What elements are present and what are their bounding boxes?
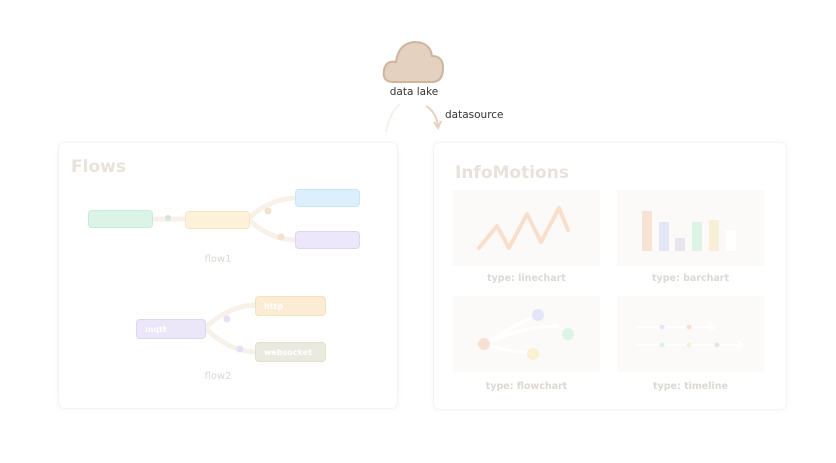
datasource-arrow <box>425 105 439 127</box>
flow2-node-websocket[interactable]: websocket <box>255 342 326 362</box>
flow2-node-mqtt[interactable]: mqtt <box>136 319 206 339</box>
barchart-label: type: barchart <box>651 273 729 284</box>
flowchart-card[interactable] <box>453 296 600 372</box>
datasource-label: datasource <box>445 109 504 121</box>
flow2-label: flow2 <box>204 371 232 382</box>
linechart-card[interactable] <box>453 190 600 266</box>
barchart-icon <box>642 211 736 251</box>
flow-links <box>150 195 298 355</box>
flow1-node-source[interactable] <box>88 210 153 228</box>
barchart-card[interactable] <box>617 190 764 266</box>
timeline-label: type: timeline <box>653 381 728 392</box>
flow1-node-transform[interactable] <box>185 211 250 229</box>
flow2-node-http[interactable]: http <box>255 296 326 316</box>
flowchart-label: type: flowchart <box>485 381 568 392</box>
infomotions-title: InfoMotions <box>455 163 569 183</box>
flowchart-icon <box>478 309 574 360</box>
flow1-node-output-2[interactable] <box>295 231 360 249</box>
linechart-label: type: linechart <box>487 273 566 284</box>
linechart-icon <box>477 206 570 250</box>
timeline-icon <box>637 322 745 350</box>
flow1-label: flow1 <box>204 254 232 265</box>
flow1-node-output-1[interactable] <box>295 189 360 207</box>
timeline-card[interactable] <box>617 296 764 372</box>
